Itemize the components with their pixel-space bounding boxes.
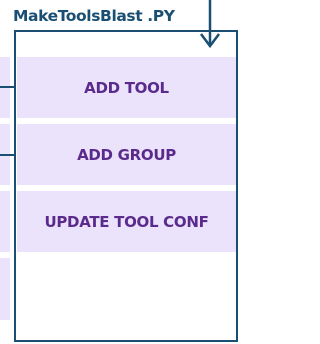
process-box-add-group: ADD GROUP: [17, 124, 236, 185]
left-stub-box: [0, 258, 10, 320]
process-box-update-tool-conf: UPDATE TOOL CONF: [17, 191, 236, 252]
process-box-add-tool: ADD TOOL: [17, 57, 236, 118]
connector-line: [0, 86, 14, 88]
connector-line: [0, 154, 14, 156]
left-stub-box: [0, 191, 10, 252]
diagram-title: MakeToolsBlast .PY: [13, 7, 175, 25]
